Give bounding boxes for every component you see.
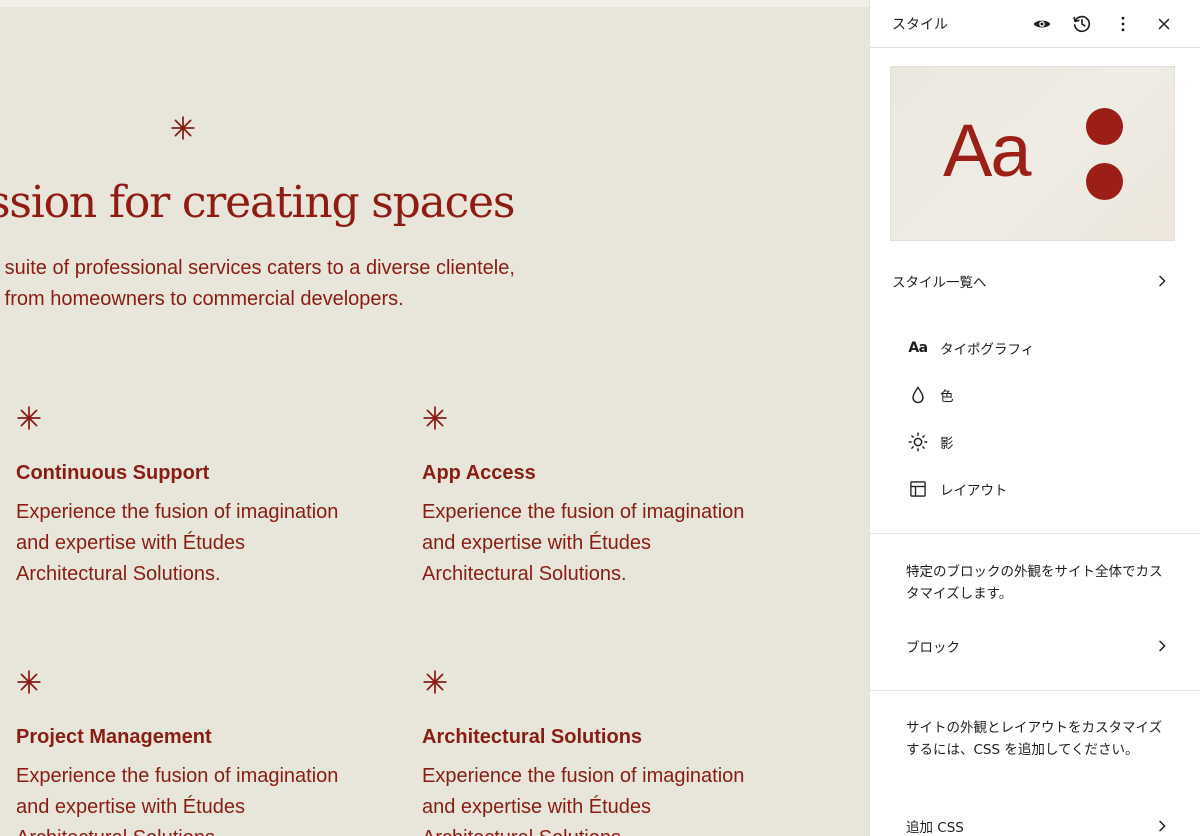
hero-description-line: e suite of professional services caters … — [0, 257, 515, 279]
hero-description[interactable]: e suite of professional services caters … — [0, 253, 588, 315]
sidebar-title: スタイル — [892, 17, 948, 33]
menu-item-label: タイポグラフィ — [940, 342, 1035, 358]
menu-item-label: レイアウト — [940, 483, 1008, 499]
feature-card[interactable]: Project Management Experience the fusion… — [16, 669, 356, 836]
blocks-description: 特定のブロックの外観をサイト全体でカスタマイズします。 — [906, 564, 1163, 602]
canvas-top-edge — [0, 0, 869, 7]
feature-card[interactable]: App Access Experience the fusion of imag… — [422, 405, 762, 585]
menu-item-label: 色 — [940, 389, 954, 405]
site-preview[interactable]: ssion for creating spaces e suite of pro… — [0, 7, 869, 836]
menu-item-shadows[interactable]: 影 — [906, 424, 1176, 460]
feature-title: Project Management — [16, 726, 212, 748]
chevron-right-icon — [1159, 640, 1166, 652]
additional-css-label: 追加 CSS — [906, 820, 964, 836]
feature-title: App Access — [422, 462, 536, 484]
section-divider — [870, 533, 1200, 534]
layout-icon — [906, 477, 930, 501]
feature-text: Experience the fusion of imagination and… — [422, 501, 745, 585]
shadow-sun-icon — [906, 430, 930, 454]
css-description: サイトの外観とレイアウトをカスタマイズするには、CSS を追加してください。 — [906, 720, 1163, 758]
browse-styles-button[interactable]: スタイル一覧へ — [892, 263, 1182, 299]
color-drop-icon — [906, 383, 930, 407]
more-vertical-icon — [1121, 16, 1125, 32]
menu-item-typography[interactable]: Aa タイポグラフィ — [906, 330, 1176, 366]
asterisk-icon — [171, 116, 195, 140]
section-divider — [870, 690, 1200, 691]
asterisk-icon — [17, 670, 41, 694]
browse-styles-label: スタイル一覧へ — [892, 275, 987, 291]
chevron-right-icon — [1159, 820, 1166, 832]
eye-icon — [1033, 20, 1051, 28]
revisions-button[interactable] — [1068, 10, 1096, 38]
feature-text: Experience the fusion of imagination and… — [16, 501, 339, 585]
additional-css-button[interactable]: 追加 CSS — [906, 808, 1182, 836]
more-options-button[interactable] — [1109, 10, 1137, 38]
asterisk-icon — [17, 406, 41, 430]
blocks-label: ブロック — [906, 640, 960, 656]
hero-description-line: g from homeowners to commercial develope… — [0, 288, 404, 310]
feature-card[interactable]: Continuous Support Experience the fusion… — [16, 405, 356, 585]
feature-text: Experience the fusion of imagination and… — [16, 765, 339, 836]
feature-text: Experience the fusion of imagination and… — [422, 765, 745, 836]
preview-color-swatch — [1086, 108, 1123, 145]
asterisk-icon — [423, 670, 447, 694]
editor-canvas[interactable]: ssion for creating spaces e suite of pro… — [0, 0, 869, 836]
history-icon — [1073, 15, 1091, 33]
styles-sidebar: スタイル Aa スタイル一覧へ Aa タイポグラフィ 色 影 レイアウト 特定の… — [869, 0, 1200, 836]
chevron-right-icon — [1159, 275, 1166, 287]
menu-item-label: 影 — [940, 436, 954, 452]
menu-item-colors[interactable]: 色 — [906, 377, 1176, 413]
menu-item-layout[interactable]: レイアウト — [906, 471, 1176, 507]
blocks-button[interactable]: ブロック — [906, 628, 1182, 664]
style-book-button[interactable] — [1028, 10, 1056, 38]
close-icon — [1158, 18, 1170, 30]
sidebar-header: スタイル — [870, 0, 1200, 48]
preview-text: Aa — [943, 109, 1032, 192]
asterisk-icon — [423, 406, 447, 430]
feature-card[interactable]: Architectural Solutions Experience the f… — [422, 669, 762, 836]
close-button[interactable] — [1150, 10, 1178, 38]
hero-heading[interactable]: ssion for creating spaces — [0, 175, 515, 231]
feature-title: Architectural Solutions — [422, 726, 643, 748]
feature-title: Continuous Support — [16, 462, 210, 484]
preview-color-swatch — [1086, 163, 1123, 200]
style-preview[interactable]: Aa — [890, 66, 1175, 241]
typography-icon: Aa — [908, 340, 928, 356]
